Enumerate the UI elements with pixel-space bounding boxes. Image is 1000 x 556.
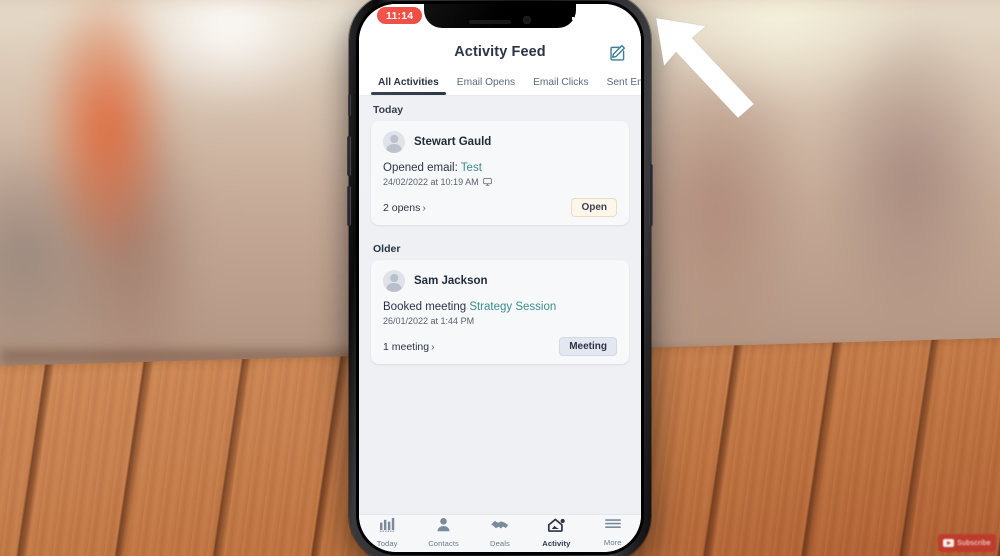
- card-body: Opened email: Test 24/02/2022 at 10:19 AM: [383, 162, 617, 187]
- youtube-play-icon: [943, 539, 955, 547]
- contact-name: Stewart Gauld: [414, 136, 492, 148]
- power-button[interactable]: [649, 164, 653, 226]
- monitor-icon: [482, 178, 492, 186]
- signal-bars-icon: [571, 10, 586, 20]
- handshake-icon: [491, 518, 509, 537]
- card-footer: 1 meeting › Meeting: [383, 337, 617, 356]
- activity-count-label: 2 opens: [383, 201, 421, 214]
- activity-timestamp-row: 24/02/2022 at 10:19 AM: [383, 177, 617, 187]
- status-badge[interactable]: Meeting: [559, 337, 617, 356]
- front-camera-icon: [523, 16, 531, 24]
- silent-switch[interactable]: [348, 94, 351, 116]
- avatar: [383, 270, 405, 292]
- nav-item-label: Today: [376, 539, 398, 548]
- status-icons: [571, 10, 629, 20]
- activity-count-link[interactable]: 2 opens ›: [383, 202, 426, 214]
- bar-chart-icon: [379, 517, 396, 537]
- compose-icon[interactable]: [606, 41, 628, 63]
- phone-bezel: 11:14 Activity Feed All Activities Email…: [356, 1, 644, 555]
- activity-timestamp-row: 26/01/2022 at 1:44 PM: [383, 316, 617, 326]
- activity-card[interactable]: Stewart Gauld Opened email: Test 24/02/202…: [371, 121, 629, 225]
- subscribe-label: Subscribe: [957, 539, 991, 547]
- section-header-older: Older: [373, 243, 401, 255]
- activity-subject: Strategy Session: [469, 301, 557, 313]
- nav-item-deals[interactable]: Deals: [474, 518, 526, 548]
- activity-description: Booked meeting Strategy Session: [383, 301, 617, 313]
- subscribe-watermark[interactable]: Subscribe: [938, 534, 996, 552]
- activity-timestamp: 26/01/2022 at 1:44 PM: [383, 316, 475, 326]
- activity-prefix: Booked meeting: [383, 301, 470, 313]
- activity-description: Opened email: Test: [383, 162, 617, 174]
- volume-down-button[interactable]: [347, 186, 351, 226]
- contact-name: Sam Jackson: [414, 275, 488, 287]
- tab-email-opens[interactable]: Email Opens: [448, 70, 524, 95]
- tab-sent-emai[interactable]: Sent Emai: [598, 70, 641, 95]
- volume-up-button[interactable]: [347, 136, 351, 176]
- battery-icon: [609, 10, 629, 20]
- hamburger-icon: [604, 518, 621, 536]
- section-header-today: Today: [373, 104, 404, 116]
- activity-subject: Test: [460, 162, 482, 174]
- card-header: Stewart Gauld: [383, 131, 617, 153]
- nav-item-more[interactable]: More: [587, 518, 639, 547]
- person-icon: [436, 517, 451, 537]
- card-footer: 2 opens › Open: [383, 198, 617, 217]
- page-title: Activity Feed: [454, 44, 546, 60]
- activity-count-link[interactable]: 1 meeting ›: [383, 341, 435, 353]
- bottom-navigation-bar[interactable]: Today Contacts Deals Activity More: [359, 514, 641, 552]
- avatar: [383, 131, 405, 153]
- pointer-arrow-annotation: [655, 17, 755, 119]
- nav-item-label: Deals: [490, 538, 510, 548]
- phone-device-frame: 11:14 Activity Feed All Activities Email…: [347, 0, 653, 556]
- tab-email-clicks[interactable]: Email Clicks: [524, 70, 597, 95]
- phone-screen: 11:14 Activity Feed All Activities Email…: [359, 4, 641, 552]
- status-badge[interactable]: Open: [571, 198, 617, 217]
- nav-item-label: More: [603, 538, 622, 547]
- nav-item-label: Activity: [542, 539, 571, 548]
- tab-all-activities[interactable]: All Activities: [369, 70, 448, 95]
- wifi-icon: [591, 10, 604, 19]
- monitor-icon: [482, 178, 492, 186]
- notch: [424, 4, 576, 28]
- activity-home-icon: [547, 517, 566, 537]
- card-body: Booked meeting Strategy Session 26/01/202…: [383, 301, 617, 326]
- activity-feed-list[interactable]: Today Stewart Gauld Opened email: Test 24/0…: [359, 96, 641, 514]
- activity-count-label: 1 meeting: [383, 340, 430, 353]
- nav-item-activity[interactable]: Activity: [530, 517, 582, 548]
- card-header: Sam Jackson: [383, 270, 617, 292]
- activity-timestamp: 24/02/2022 at 10:19 AM: [383, 177, 479, 187]
- nav-item-today[interactable]: Today: [361, 517, 413, 548]
- activity-tab-bar[interactable]: All Activities Email Opens Email Clicks Sen…: [359, 70, 641, 96]
- activity-card[interactable]: Sam Jackson Booked meeting Strategy Sessi…: [371, 260, 629, 364]
- chevron-right-icon: ›: [431, 340, 435, 353]
- status-bar: 11:14: [359, 4, 641, 34]
- nav-item-label: Contacts: [428, 539, 459, 548]
- nav-item-contacts[interactable]: Contacts: [418, 517, 470, 548]
- recording-time-badge: 11:14: [377, 7, 423, 24]
- chevron-right-icon: ›: [422, 201, 426, 214]
- earpiece-speaker: [469, 20, 511, 24]
- activity-prefix: Opened email:: [383, 162, 461, 174]
- app-header: Activity Feed: [359, 34, 641, 70]
